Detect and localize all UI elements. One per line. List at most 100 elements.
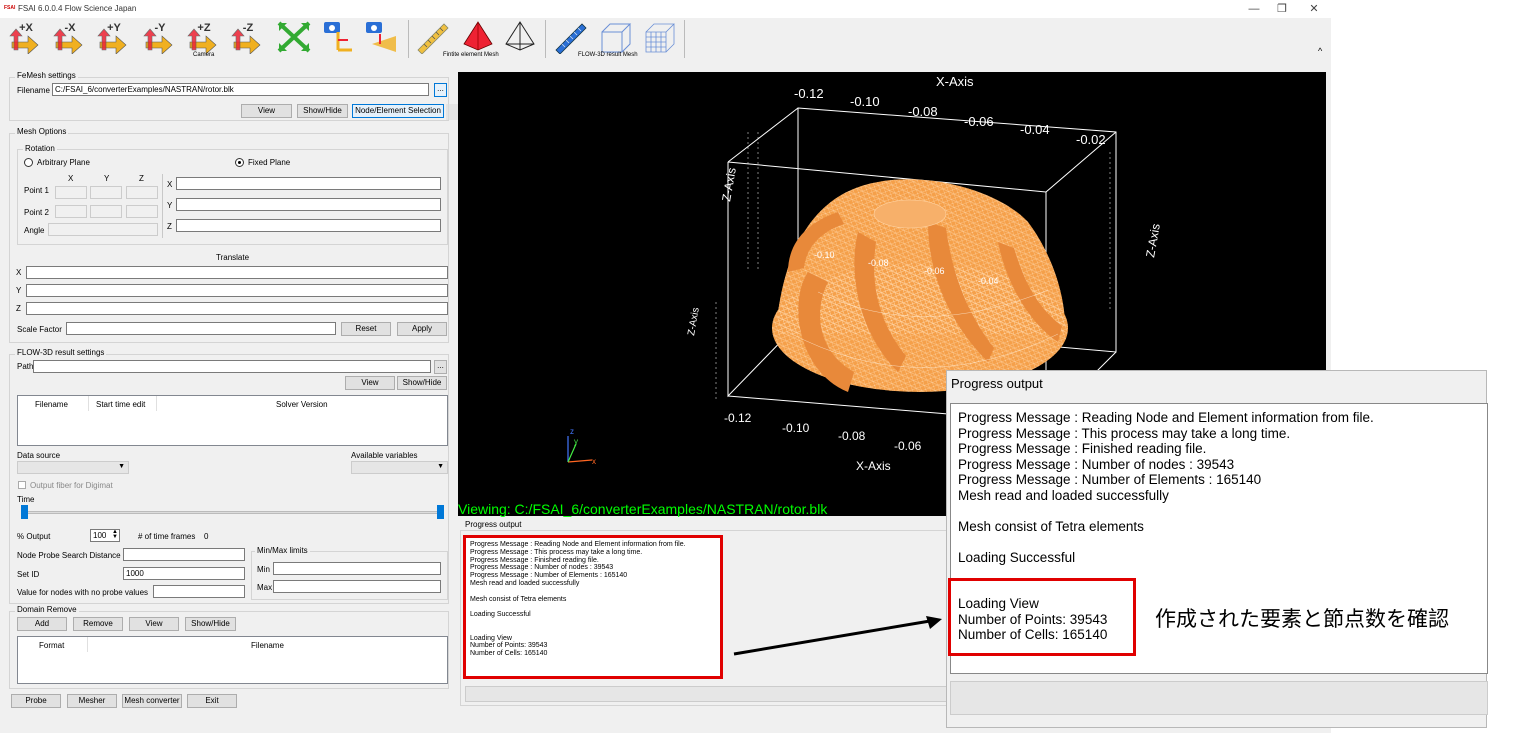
point1-x-input[interactable] xyxy=(55,186,87,199)
progress-line: Mesh read and loaded successfully xyxy=(470,579,580,587)
fixed-plane-label: Fixed Plane xyxy=(248,158,291,167)
progress-log[interactable]: Progress Message : Reading Node and Elem… xyxy=(463,535,723,679)
filename-input[interactable]: C:/FSAI_6/converterExamples/NASTRAN/roto… xyxy=(52,83,429,96)
col-filename[interactable]: Filename xyxy=(35,400,68,409)
axis-x-label: x xyxy=(592,457,596,466)
spinner-arrows-icon[interactable]: ▲ ▼ xyxy=(112,530,118,540)
col-solver-version[interactable]: Solver Version xyxy=(276,400,328,409)
camera-button[interactable] xyxy=(320,20,356,54)
data-source-label: Data source xyxy=(17,451,61,460)
min-input[interactable] xyxy=(273,562,441,575)
view-plus-x-button[interactable]: +X xyxy=(8,20,44,55)
scale-factor-input[interactable] xyxy=(66,322,336,335)
fit-view-button[interactable] xyxy=(276,20,312,54)
fem-caption: Fintite element Mesh xyxy=(443,52,499,58)
domain-remove-button[interactable]: Remove xyxy=(73,617,123,631)
fixed-y-input[interactable] xyxy=(176,198,441,211)
path-label: Path xyxy=(17,362,34,371)
view-plus-z-button[interactable]: +Z xyxy=(186,20,222,55)
set-id-input[interactable]: 1000 xyxy=(123,567,245,580)
translate-y-input[interactable] xyxy=(26,284,448,297)
probe-button[interactable]: Probe xyxy=(11,694,61,708)
toolbar-label: +X xyxy=(19,22,33,34)
fem-solid-button[interactable] xyxy=(460,20,496,54)
max-input[interactable] xyxy=(273,580,441,593)
minmax-label: Min/Max limits xyxy=(255,546,310,555)
view-minus-x-button[interactable]: -X xyxy=(52,20,88,55)
tick-label: -0.08 xyxy=(868,258,889,268)
close-button[interactable]: ✕ xyxy=(1304,2,1324,16)
domain-add-button[interactable]: Add xyxy=(17,617,67,631)
app-logo-icon: FSAI xyxy=(4,5,16,11)
mesh-converter-button[interactable]: Mesh converter xyxy=(122,694,182,708)
data-source-dropdown[interactable]: ▼ xyxy=(17,461,129,474)
node-probe-label: Node Probe Search Distance xyxy=(17,551,121,560)
node-probe-input[interactable] xyxy=(123,548,245,561)
domain-showhide-button[interactable]: Show/Hide xyxy=(185,617,236,631)
point2-y-input[interactable] xyxy=(90,205,122,218)
exit-button[interactable]: Exit xyxy=(187,694,237,708)
fixed-plane-radio[interactable] xyxy=(235,158,244,167)
domain-view-button[interactable]: View xyxy=(129,617,179,631)
path-browse-button[interactable]: ... xyxy=(434,360,447,374)
fixed-y-label: Y xyxy=(167,201,173,210)
time-slider-end-handle[interactable] xyxy=(437,505,444,519)
filename-browse-button[interactable]: ... xyxy=(434,83,447,97)
col-format[interactable]: Format xyxy=(39,641,64,650)
translate-z-input[interactable] xyxy=(26,302,448,315)
camera-icon xyxy=(324,22,352,52)
pct-output-spinbox[interactable]: 100 ▲ ▼ xyxy=(90,529,120,542)
progress-line: Number of Cells: 165140 xyxy=(470,650,548,658)
col-domain-filename[interactable]: Filename xyxy=(251,641,284,650)
fixed-x-input[interactable] xyxy=(176,177,441,190)
zoom-progress-bar xyxy=(950,681,1488,715)
camera-plane-button[interactable] xyxy=(362,20,398,54)
domain-table[interactable]: Format Filename xyxy=(17,636,448,684)
node-element-selection-button[interactable]: Node/Element Selection xyxy=(352,104,444,118)
flow3d-ruler-button[interactable] xyxy=(552,20,588,55)
zoom-line: Progress Message : Reading Node and Elem… xyxy=(958,410,1374,425)
time-slider-start-handle[interactable] xyxy=(21,505,28,519)
femesh-view-button[interactable]: View xyxy=(241,104,292,118)
fixed-z-input[interactable] xyxy=(176,219,441,232)
femesh-showhide-button[interactable]: Show/Hide xyxy=(297,104,348,118)
mesher-button[interactable]: Mesher xyxy=(67,694,117,708)
view-minus-z-button[interactable]: -Z xyxy=(230,20,266,55)
camera-caption: Camera xyxy=(193,52,215,58)
flow3d-showhide-button[interactable]: Show/Hide xyxy=(397,376,447,390)
point1-label: Point 1 xyxy=(24,186,49,195)
arbitrary-plane-radio[interactable] xyxy=(24,158,33,167)
view-plus-y-button[interactable]: +Y xyxy=(96,20,132,55)
view-minus-y-button[interactable]: -Y xyxy=(142,20,178,55)
flow3d-box-button[interactable] xyxy=(598,20,634,54)
collapse-ribbon-button[interactable]: ^ xyxy=(1318,46,1322,56)
reset-button[interactable]: Reset xyxy=(341,322,391,336)
minimize-button[interactable]: — xyxy=(1244,2,1264,16)
tick-label: -0.08 xyxy=(838,429,866,443)
translate-x-label: X xyxy=(16,268,22,277)
path-input[interactable] xyxy=(33,360,431,373)
time-slider-track[interactable] xyxy=(25,511,442,514)
angle-input[interactable] xyxy=(48,223,158,236)
point1-y-input[interactable] xyxy=(90,186,122,199)
flow3d-view-button[interactable]: View xyxy=(345,376,395,390)
translate-x-input[interactable] xyxy=(26,266,448,279)
no-probe-input[interactable] xyxy=(153,585,245,598)
zoom-line: Progress Message : Number of Elements : … xyxy=(958,472,1262,487)
available-variables-dropdown[interactable]: ▼ xyxy=(351,461,448,474)
point2-x-input[interactable] xyxy=(55,205,87,218)
col-start-time[interactable]: Start time edit xyxy=(96,400,145,409)
output-fiber-checkbox[interactable] xyxy=(18,481,26,489)
flow3d-results-table[interactable]: Filename Start time edit Solver Version xyxy=(17,395,448,446)
apply-button[interactable]: Apply xyxy=(397,322,447,336)
toolbar-label: -Z xyxy=(242,22,254,34)
ruler-button[interactable] xyxy=(414,20,450,55)
chevron-down-icon: ▼ xyxy=(118,463,125,470)
fem-wire-button[interactable] xyxy=(502,20,538,54)
fixed-z-label: Z xyxy=(167,222,172,231)
point2-z-input[interactable] xyxy=(126,205,158,218)
point1-z-input[interactable] xyxy=(126,186,158,199)
restore-button[interactable]: ❐ xyxy=(1272,2,1292,16)
tick-label: -0.04 xyxy=(978,276,999,286)
flow3d-grid-button[interactable] xyxy=(642,20,678,54)
